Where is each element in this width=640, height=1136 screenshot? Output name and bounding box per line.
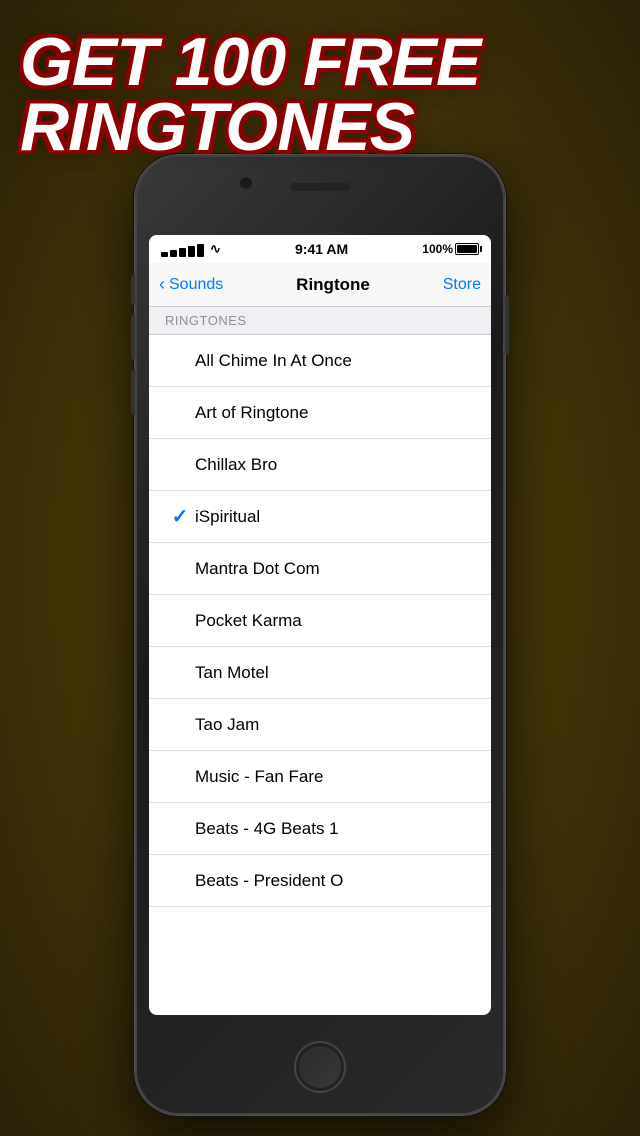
nav-title: Ringtone	[296, 275, 370, 295]
signal-dot-1	[161, 252, 168, 257]
phone-speaker	[290, 183, 350, 191]
signal-indicator: ∿	[161, 241, 221, 257]
section-header: RINGTONES	[149, 307, 491, 335]
ringtone-name: Tan Motel	[195, 663, 475, 683]
signal-dot-5	[197, 244, 204, 257]
battery-pct: 100%	[422, 242, 453, 256]
checkmark-icon: ✓	[165, 504, 195, 529]
back-label: Sounds	[169, 276, 223, 294]
back-button[interactable]: ‹ Sounds	[159, 274, 223, 295]
list-item[interactable]: Tao Jam	[149, 699, 491, 751]
promo-line1: GET 100 FREE	[20, 30, 480, 95]
signal-dot-3	[179, 248, 186, 257]
home-button[interactable]	[294, 1041, 346, 1093]
wifi-icon: ∿	[210, 241, 221, 257]
list-item[interactable]: All Chime In At Once	[149, 335, 491, 387]
battery-fill	[457, 245, 477, 253]
ringtone-name: iSpiritual	[195, 507, 475, 527]
list-item[interactable]: Beats - 4G Beats 1	[149, 803, 491, 855]
back-chevron-icon: ‹	[159, 274, 165, 295]
store-button[interactable]: Store	[443, 276, 481, 294]
phone-shell: ∿ 9:41 AM 100% ‹ Sounds Ringtone Store R…	[135, 155, 505, 1115]
ringtone-list: All Chime In At Once Art of Ringtone Chi…	[149, 335, 491, 907]
signal-dot-4	[188, 246, 195, 257]
mute-button	[131, 275, 135, 305]
status-bar: ∿ 9:41 AM 100%	[149, 235, 491, 263]
ringtone-name: All Chime In At Once	[195, 351, 475, 371]
ringtone-name: Pocket Karma	[195, 611, 475, 631]
status-time: 9:41 AM	[295, 241, 348, 257]
power-button	[505, 295, 509, 355]
ringtone-name: Music - Fan Fare	[195, 767, 475, 787]
volume-up-button	[131, 315, 135, 360]
list-item[interactable]: Pocket Karma	[149, 595, 491, 647]
promo-line2: RINGTONES	[20, 95, 480, 160]
ringtone-name: Beats - 4G Beats 1	[195, 819, 475, 839]
list-item[interactable]: Art of Ringtone	[149, 387, 491, 439]
ringtone-name: Beats - President O	[195, 871, 475, 891]
battery-icon	[455, 243, 479, 255]
signal-dot-2	[170, 250, 177, 257]
list-item[interactable]: Mantra Dot Com	[149, 543, 491, 595]
list-item[interactable]: Music - Fan Fare	[149, 751, 491, 803]
promo-text: GET 100 FREE RINGTONES	[20, 30, 480, 159]
ringtone-name: Tao Jam	[195, 715, 475, 735]
battery-indicator: 100%	[422, 242, 479, 256]
list-item[interactable]: Chillax Bro	[149, 439, 491, 491]
list-item[interactable]: Tan Motel	[149, 647, 491, 699]
ringtone-name: Art of Ringtone	[195, 403, 475, 423]
volume-down-button	[131, 370, 135, 415]
ringtone-name: Chillax Bro	[195, 455, 475, 475]
phone-camera	[240, 177, 252, 189]
ringtone-name: Mantra Dot Com	[195, 559, 475, 579]
phone-screen: ∿ 9:41 AM 100% ‹ Sounds Ringtone Store R…	[149, 235, 491, 1015]
list-item[interactable]: ✓ iSpiritual	[149, 491, 491, 543]
nav-bar: ‹ Sounds Ringtone Store	[149, 263, 491, 307]
list-item[interactable]: Beats - President O	[149, 855, 491, 907]
